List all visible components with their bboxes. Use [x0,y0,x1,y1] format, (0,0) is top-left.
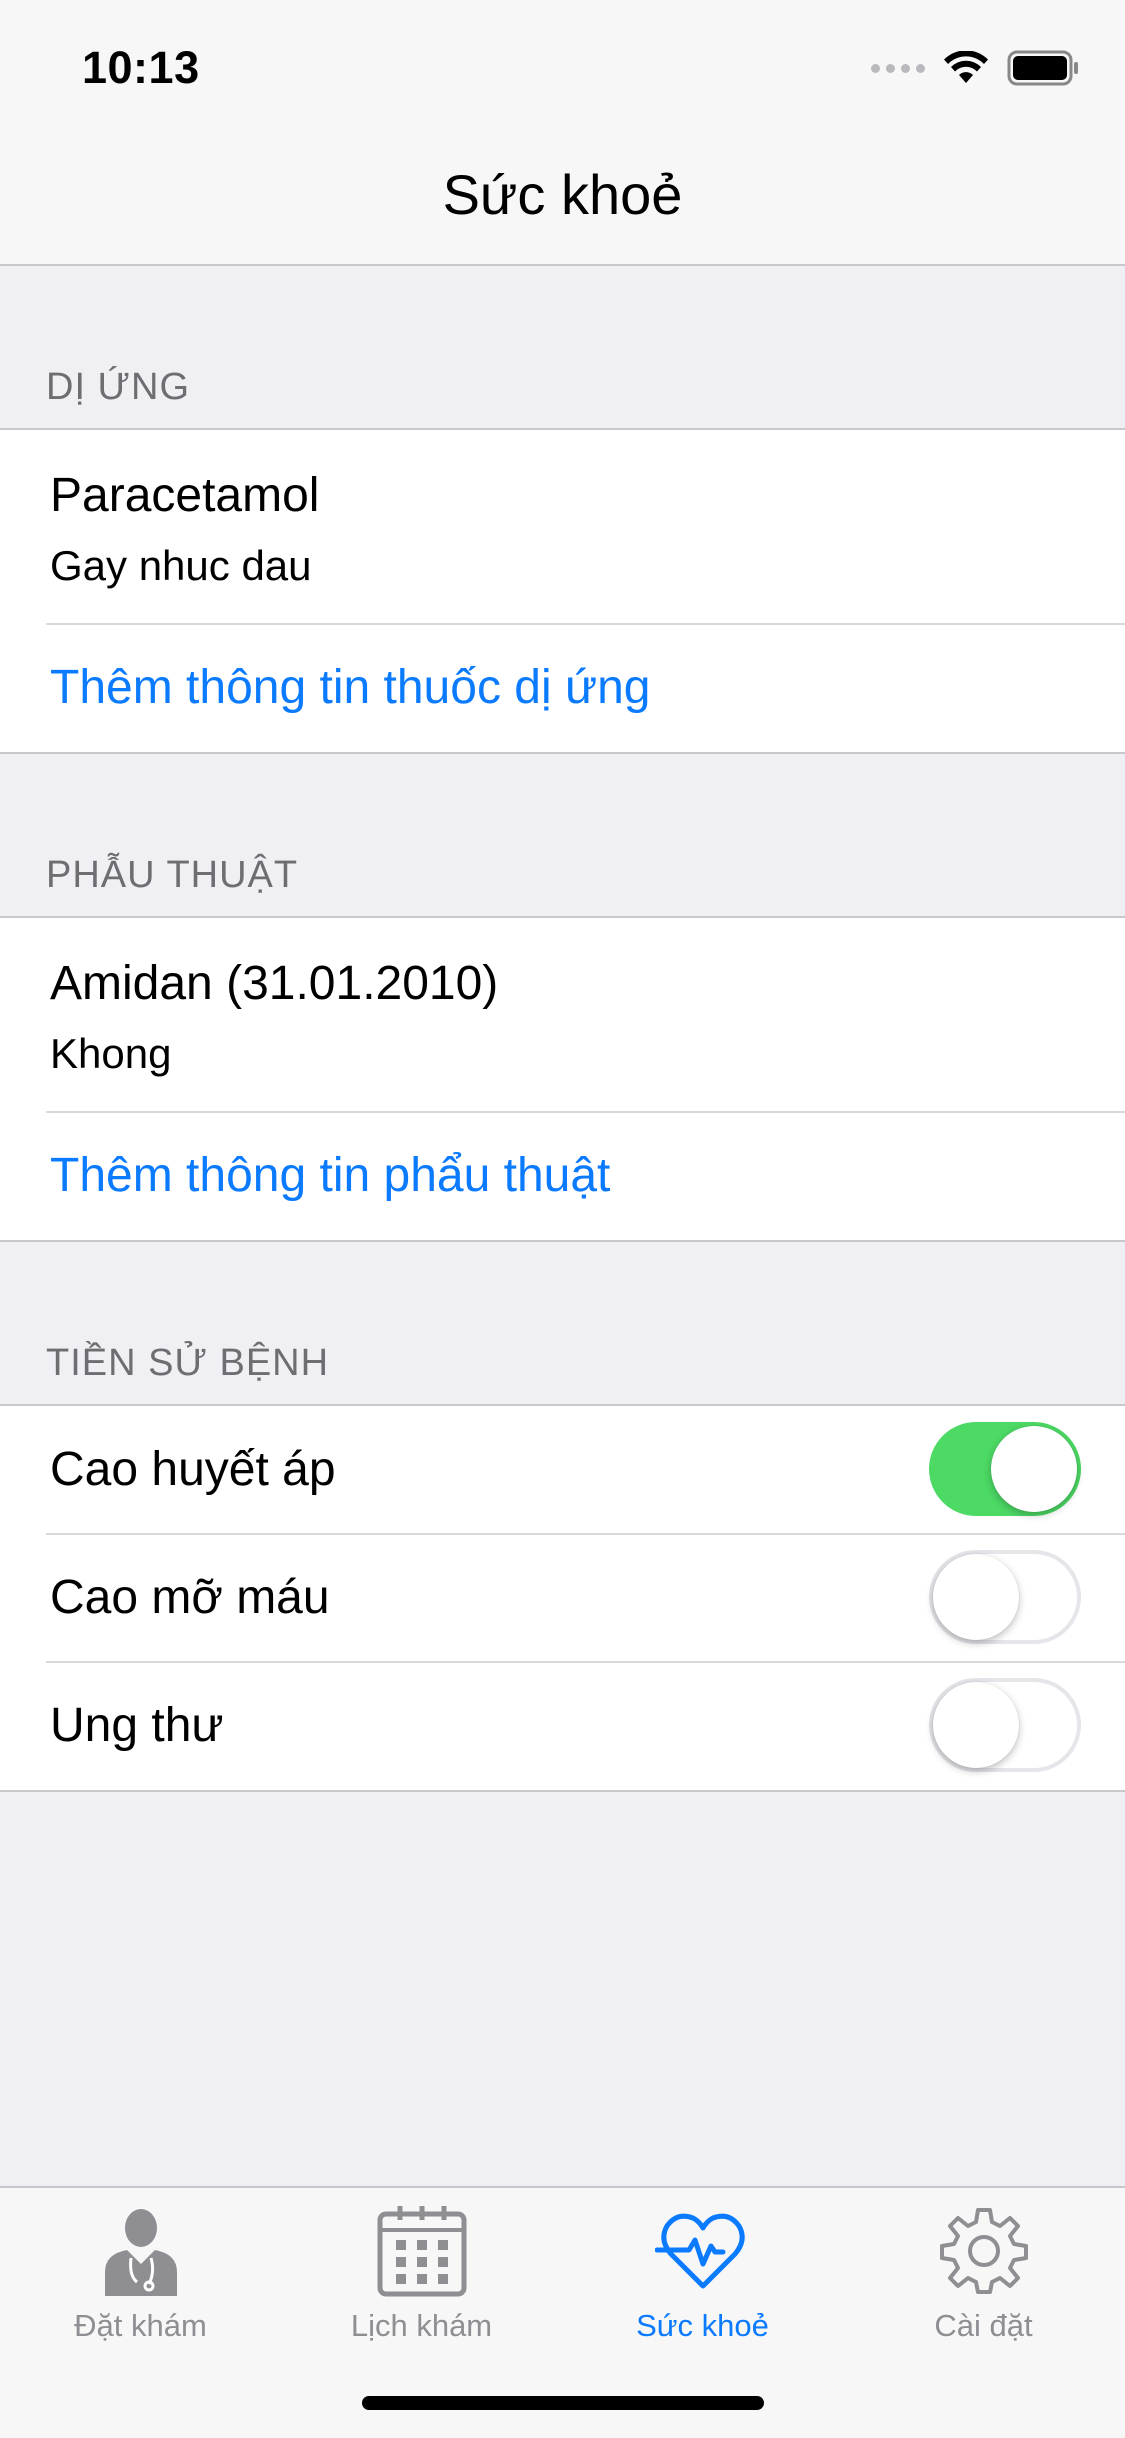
history-item-cancer: Ung thư [0,1661,1125,1790]
toggle-knob [933,1682,1019,1768]
history-item-label: Cao mỡ máu [50,1571,330,1624]
cellular-signal-icon [871,63,925,73]
surgery-item[interactable]: Amidan (31.01.2010) Khong [0,918,1125,1112]
section-header-history: TIỀN SỬ BỆNH [46,1342,330,1384]
allergy-item-title: Paracetamol [50,469,320,522]
add-surgery-label: Thêm thông tin phẩu thuật [50,1149,611,1202]
allergy-item[interactable]: Paracetamol Gay nhuc dau [0,430,1125,624]
history-item-label: Ung thư [50,1699,224,1752]
tab-settings[interactable]: Cài đặt [843,2188,1124,2368]
calendar-icon [377,2206,466,2297]
tab-booking[interactable]: Đặt khám [0,2188,281,2368]
surgery-item-title: Amidan (31.01.2010) [50,957,499,1010]
wifi-icon [944,51,988,83]
add-allergy-label: Thêm thông tin thuốc dị ứng [50,661,651,714]
section-header-allergy: DỊ ỨNG [46,366,191,408]
add-surgery-button[interactable]: Thêm thông tin phẩu thuật [0,1111,1125,1240]
navigation-bar: Sức khoẻ [0,132,1125,266]
status-icons [871,50,1081,86]
add-allergy-button[interactable]: Thêm thông tin thuốc dị ứng [0,623,1125,752]
gear-icon [939,2208,1028,2294]
tab-label: Cài đặt [934,2308,1033,2343]
history-group: Cao huyết áp Cao mỡ máu Ung thư [0,1404,1125,1792]
hypertension-toggle[interactable] [929,1422,1081,1516]
battery-icon [1007,50,1078,86]
tab-label: Lịch khám [350,2308,493,2343]
history-item-hypertension: Cao huyết áp [0,1406,1125,1534]
surgery-item-subtitle: Khong [50,1030,172,1077]
surgery-group: Amidan (31.01.2010) Khong Thêm thông tin… [0,916,1125,1242]
status-time: 10:13 [82,42,200,93]
toggle-knob [933,1554,1019,1640]
home-indicator [362,2396,764,2410]
heart-pulse-icon [654,2213,745,2289]
status-bar: 10:13 [0,0,1125,132]
allergy-item-subtitle: Gay nhuc dau [50,542,312,589]
tab-health[interactable]: Sức khoẻ [562,2188,843,2368]
tab-schedule[interactable]: Lịch khám [281,2188,562,2368]
cholesterol-toggle[interactable] [929,1550,1081,1644]
allergy-group: Paracetamol Gay nhuc dau Thêm thông tin … [0,428,1125,754]
section-header-surgery: PHẪU THUẬT [46,854,299,896]
toggle-knob [991,1426,1077,1512]
tab-label: Đặt khám [74,2308,207,2343]
cancer-toggle[interactable] [929,1678,1081,1772]
page-title: Sức khoẻ [442,163,683,226]
doctor-icon [104,2209,177,2296]
history-item-cholesterol: Cao mỡ máu [0,1533,1125,1662]
tab-label: Sức khoẻ [636,2308,769,2343]
history-item-label: Cao huyết áp [50,1443,336,1496]
